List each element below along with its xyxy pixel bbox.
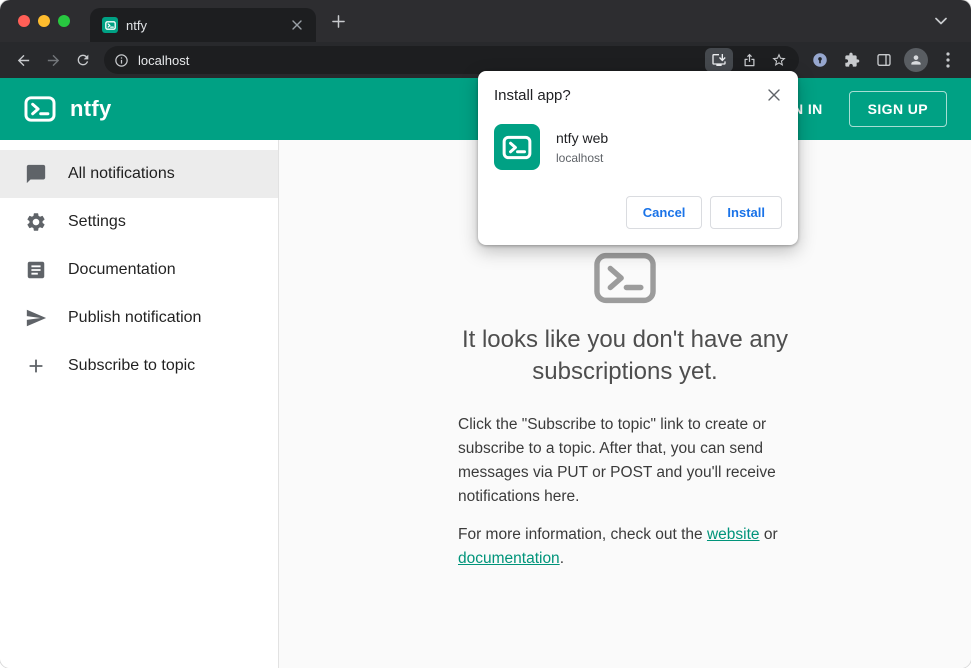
ntfy-logo-large-icon bbox=[593, 252, 657, 304]
browser-window: ntfy localhost ntfy IN SIGN UP All notif… bbox=[0, 0, 971, 668]
browser-tab-strip: ntfy bbox=[0, 0, 971, 42]
empty-state-help-text: Click the "Subscribe to topic" link to c… bbox=[458, 416, 776, 506]
dialog-app-text: ntfy web localhost bbox=[556, 130, 608, 165]
install-button[interactable]: Install bbox=[710, 196, 782, 229]
sidebar-item-label: Documentation bbox=[68, 261, 176, 278]
share-icon[interactable] bbox=[735, 48, 763, 72]
website-link[interactable]: website bbox=[707, 526, 760, 543]
bookmark-star-icon[interactable] bbox=[765, 48, 793, 72]
refresh-icon[interactable] bbox=[68, 45, 98, 75]
dialog-actions: Cancel Install bbox=[494, 196, 782, 229]
more-info-prefix: For more information, check out the bbox=[458, 526, 707, 544]
empty-state-more-info: For more information, check out the webs… bbox=[458, 523, 792, 571]
url-text[interactable]: localhost bbox=[136, 53, 703, 68]
window-controls bbox=[18, 15, 70, 27]
sign-up-button[interactable]: SIGN UP bbox=[848, 91, 947, 127]
sidebar-item-label: All notifications bbox=[68, 165, 175, 182]
cancel-button[interactable]: Cancel bbox=[625, 196, 703, 229]
site-info-icon[interactable] bbox=[108, 47, 134, 73]
sidebar-item-all-notifications[interactable]: All notifications bbox=[0, 150, 278, 198]
sidebar-item-documentation[interactable]: Documentation bbox=[0, 246, 278, 294]
ntfy-logo-icon bbox=[24, 96, 56, 122]
dialog-app-info: ntfy web localhost bbox=[494, 124, 782, 170]
more-info-middle: or bbox=[759, 526, 778, 544]
sidebar-item-label: Publish notification bbox=[68, 309, 202, 326]
plus-icon bbox=[24, 354, 48, 378]
sidebar-item-subscribe-to-topic[interactable]: Subscribe to topic bbox=[0, 342, 278, 390]
chat-bubble-icon bbox=[24, 162, 48, 186]
ntfy-favicon-icon bbox=[102, 17, 118, 33]
side-panel-icon[interactable] bbox=[869, 45, 899, 75]
close-window-button[interactable] bbox=[18, 15, 30, 27]
send-icon bbox=[24, 306, 48, 330]
extensions-icon[interactable] bbox=[837, 45, 867, 75]
back-icon[interactable] bbox=[8, 45, 38, 75]
dialog-app-name: ntfy web bbox=[556, 129, 609, 146]
browser-tab[interactable]: ntfy bbox=[90, 8, 316, 42]
browser-menu-icon[interactable] bbox=[933, 45, 963, 75]
documentation-link[interactable]: documentation bbox=[458, 550, 560, 567]
tab-close-icon[interactable] bbox=[288, 16, 306, 34]
ntfy-app-icon bbox=[494, 124, 540, 170]
profile-avatar[interactable] bbox=[901, 45, 931, 75]
more-info-suffix: . bbox=[559, 550, 564, 568]
maximize-window-button[interactable] bbox=[58, 15, 70, 27]
install-app-icon[interactable] bbox=[705, 48, 733, 72]
sidebar-item-publish-notification[interactable]: Publish notification bbox=[0, 294, 278, 342]
avatar-icon bbox=[904, 48, 928, 72]
dialog-title: Install app? bbox=[494, 87, 571, 104]
minimize-window-button[interactable] bbox=[38, 15, 50, 27]
sidebar-item-label: Subscribe to topic bbox=[68, 357, 196, 374]
empty-state-heading: It looks like you don't have any subscri… bbox=[461, 326, 789, 385]
app-title: ntfy bbox=[70, 96, 112, 121]
sidebar-item-label: Settings bbox=[68, 213, 126, 230]
sidebar: All notifications Settings Documentation… bbox=[0, 140, 279, 668]
tab-search-chevron-icon[interactable] bbox=[927, 7, 955, 35]
dialog-close-icon[interactable] bbox=[762, 83, 786, 107]
tab-title: ntfy bbox=[126, 17, 147, 33]
new-tab-icon[interactable] bbox=[324, 7, 352, 35]
book-icon bbox=[24, 258, 48, 282]
gear-icon bbox=[24, 210, 48, 234]
password-manager-icon[interactable] bbox=[805, 45, 835, 75]
sidebar-item-settings[interactable]: Settings bbox=[0, 198, 278, 246]
forward-icon[interactable] bbox=[38, 45, 68, 75]
install-app-dialog: Install app? ntfy web localhost Cancel I… bbox=[478, 71, 798, 245]
dialog-app-origin: localhost bbox=[556, 150, 604, 165]
address-bar[interactable]: localhost bbox=[104, 46, 799, 74]
toolbar-right-cluster bbox=[805, 45, 963, 75]
app-brand: ntfy bbox=[24, 96, 112, 122]
